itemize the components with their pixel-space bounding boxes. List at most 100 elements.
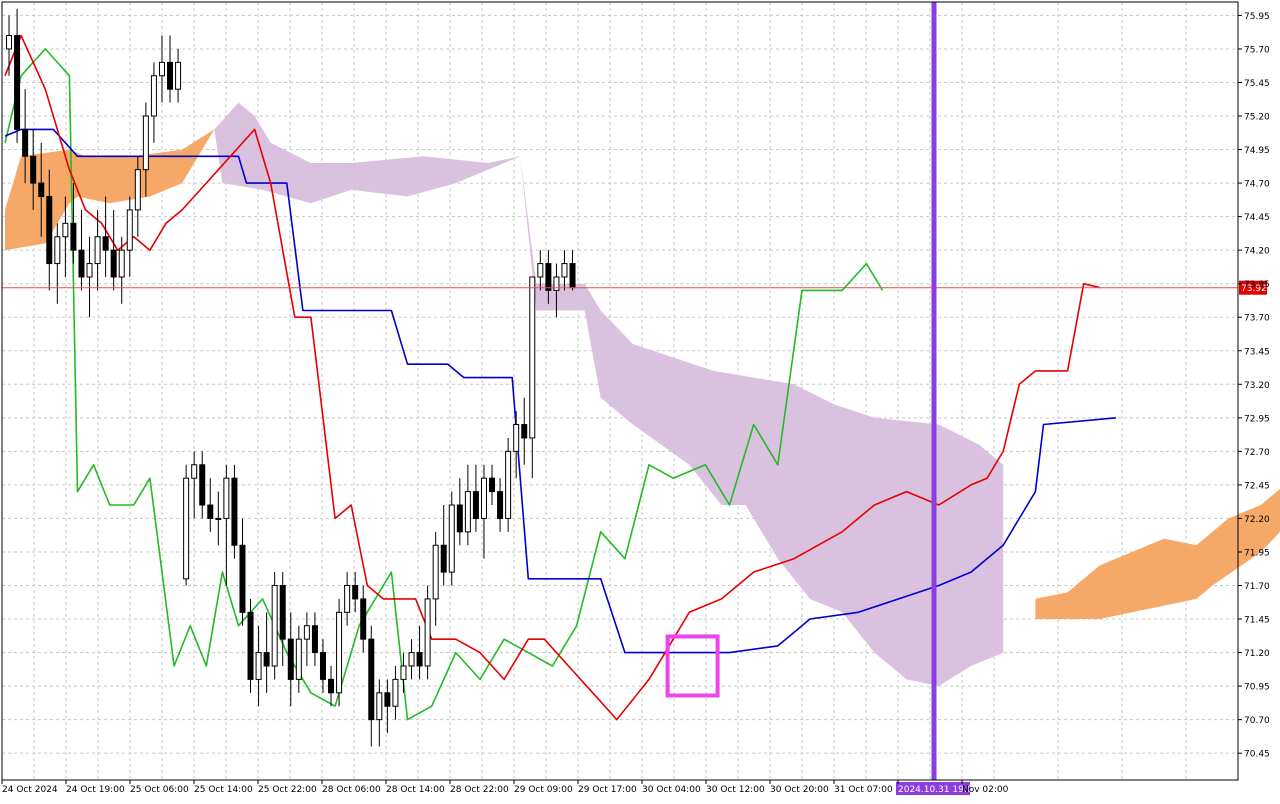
candle-body (368, 638, 375, 721)
candle-body (102, 236, 109, 251)
candle-body (38, 182, 45, 198)
candle-body (167, 61, 174, 90)
candle-body (263, 652, 270, 667)
x-tick-label: 24 Oct 2024 (2, 785, 58, 795)
candle-body (191, 464, 198, 479)
candle-body (416, 652, 423, 667)
candle-body (480, 477, 487, 519)
y-tick-label: 74.20 (1244, 247, 1270, 257)
candle-body (497, 491, 504, 519)
candle-body (464, 491, 471, 533)
y-tick-label: 73.95 (1244, 280, 1270, 290)
candle-body (376, 692, 383, 721)
candle-body (142, 115, 149, 171)
candle-body (62, 222, 69, 238)
y-tick-label: 73.70 (1244, 314, 1270, 324)
y-tick-label: 73.20 (1244, 381, 1270, 391)
x-tick-label: Nov 02:00 (962, 785, 1009, 795)
candle-body (529, 276, 536, 439)
y-tick-label: 71.95 (1244, 548, 1270, 558)
candle-body (70, 222, 77, 251)
candle-body (199, 464, 206, 506)
candle-body (569, 263, 576, 289)
candle-body (78, 249, 85, 278)
y-tick-label: 75.95 (1244, 12, 1270, 22)
candle-body (392, 678, 399, 707)
candle-body (561, 263, 568, 278)
candle-body (545, 263, 552, 291)
y-tick-label: 71.70 (1244, 582, 1270, 592)
candle-body (22, 128, 29, 157)
candle-body (239, 544, 246, 613)
candle-body (408, 652, 415, 667)
y-tick-label: 72.70 (1244, 448, 1270, 458)
y-tick-label: 73.45 (1244, 347, 1270, 357)
candle-body (360, 598, 367, 640)
candle-body (287, 638, 294, 680)
candle-body (472, 491, 479, 519)
y-tick-label: 71.20 (1244, 649, 1270, 659)
x-tick-label: 24 Oct 19:00 (66, 785, 125, 795)
candle-body (54, 236, 61, 265)
x-tick-label: 28 Oct 22:00 (450, 785, 509, 795)
candle-body (295, 638, 302, 680)
x-tick-label: 29 Oct 09:00 (514, 785, 573, 795)
candle-body (448, 504, 455, 573)
candle-body (134, 169, 141, 211)
candle-body (110, 249, 117, 278)
y-tick-label: 74.45 (1244, 213, 1270, 223)
candle-body (215, 517, 222, 520)
chart-svg[interactable]: 2024.10.31 19:0073.92 75.9575.7075.4575.… (0, 0, 1280, 800)
candle-body (352, 585, 359, 600)
x-tick-label: 30 Oct 12:00 (706, 785, 765, 795)
candle-body (303, 625, 310, 640)
candle-body (279, 585, 286, 640)
candle-body (271, 585, 278, 667)
x-tick-label: 25 Oct 14:00 (194, 785, 253, 795)
x-tick-label: 28 Oct 14:00 (386, 785, 445, 795)
y-tick-label: 70.45 (1244, 750, 1270, 760)
y-tick-label: 72.45 (1244, 481, 1270, 491)
x-tick-label: 31 Oct 07:00 (834, 785, 893, 795)
x-tick-label: 29 Oct 17:00 (578, 785, 637, 795)
candle-body (46, 196, 53, 265)
candle-body (456, 504, 463, 533)
y-tick-label: 74.95 (1244, 146, 1270, 156)
candle-body (328, 678, 335, 694)
candle-body (521, 424, 528, 439)
candle-body (513, 424, 520, 452)
chart[interactable]: 2024.10.31 19:00 73.92 75.95 75.70 75.45 75.… (0, 0, 1280, 800)
y-tick-label: 70.95 (1244, 683, 1270, 693)
candle-body (255, 652, 262, 680)
y-tick-label: 72.20 (1244, 515, 1270, 525)
x-tick-label: 30 Oct 20:00 (770, 785, 829, 795)
candle-body (30, 155, 37, 184)
candle-body (432, 544, 439, 600)
y-tick-label: 75.70 (1244, 45, 1270, 55)
candle-body (86, 263, 93, 278)
candle-body (424, 598, 431, 667)
candle-body (489, 477, 496, 493)
y-tick-label: 75.20 (1244, 113, 1270, 123)
y-tick-label: 75.45 (1244, 79, 1270, 89)
x-tick-label: 25 Oct 22:00 (258, 785, 317, 795)
candle-body (319, 652, 326, 680)
y-tick-label: 74.70 (1244, 180, 1270, 190)
candle-body (231, 477, 238, 546)
x-tick-label: 25 Oct 06:00 (130, 785, 189, 795)
candle-body (336, 611, 343, 694)
x-tick-label: 28 Oct 06:00 (322, 785, 381, 795)
y-tick-label: 72.95 (1244, 414, 1270, 424)
candle-body (126, 209, 133, 251)
candle-body (247, 611, 254, 680)
y-tick-label: 70.70 (1244, 716, 1270, 726)
crosshair-line (931, 2, 937, 780)
candle-body (223, 477, 230, 519)
candle-body (150, 75, 157, 117)
candle-body (505, 450, 512, 519)
candle-body (207, 504, 214, 519)
candle-body (14, 35, 21, 130)
candle-body (311, 625, 318, 654)
candle-body (344, 585, 351, 613)
candle-body (158, 61, 165, 77)
